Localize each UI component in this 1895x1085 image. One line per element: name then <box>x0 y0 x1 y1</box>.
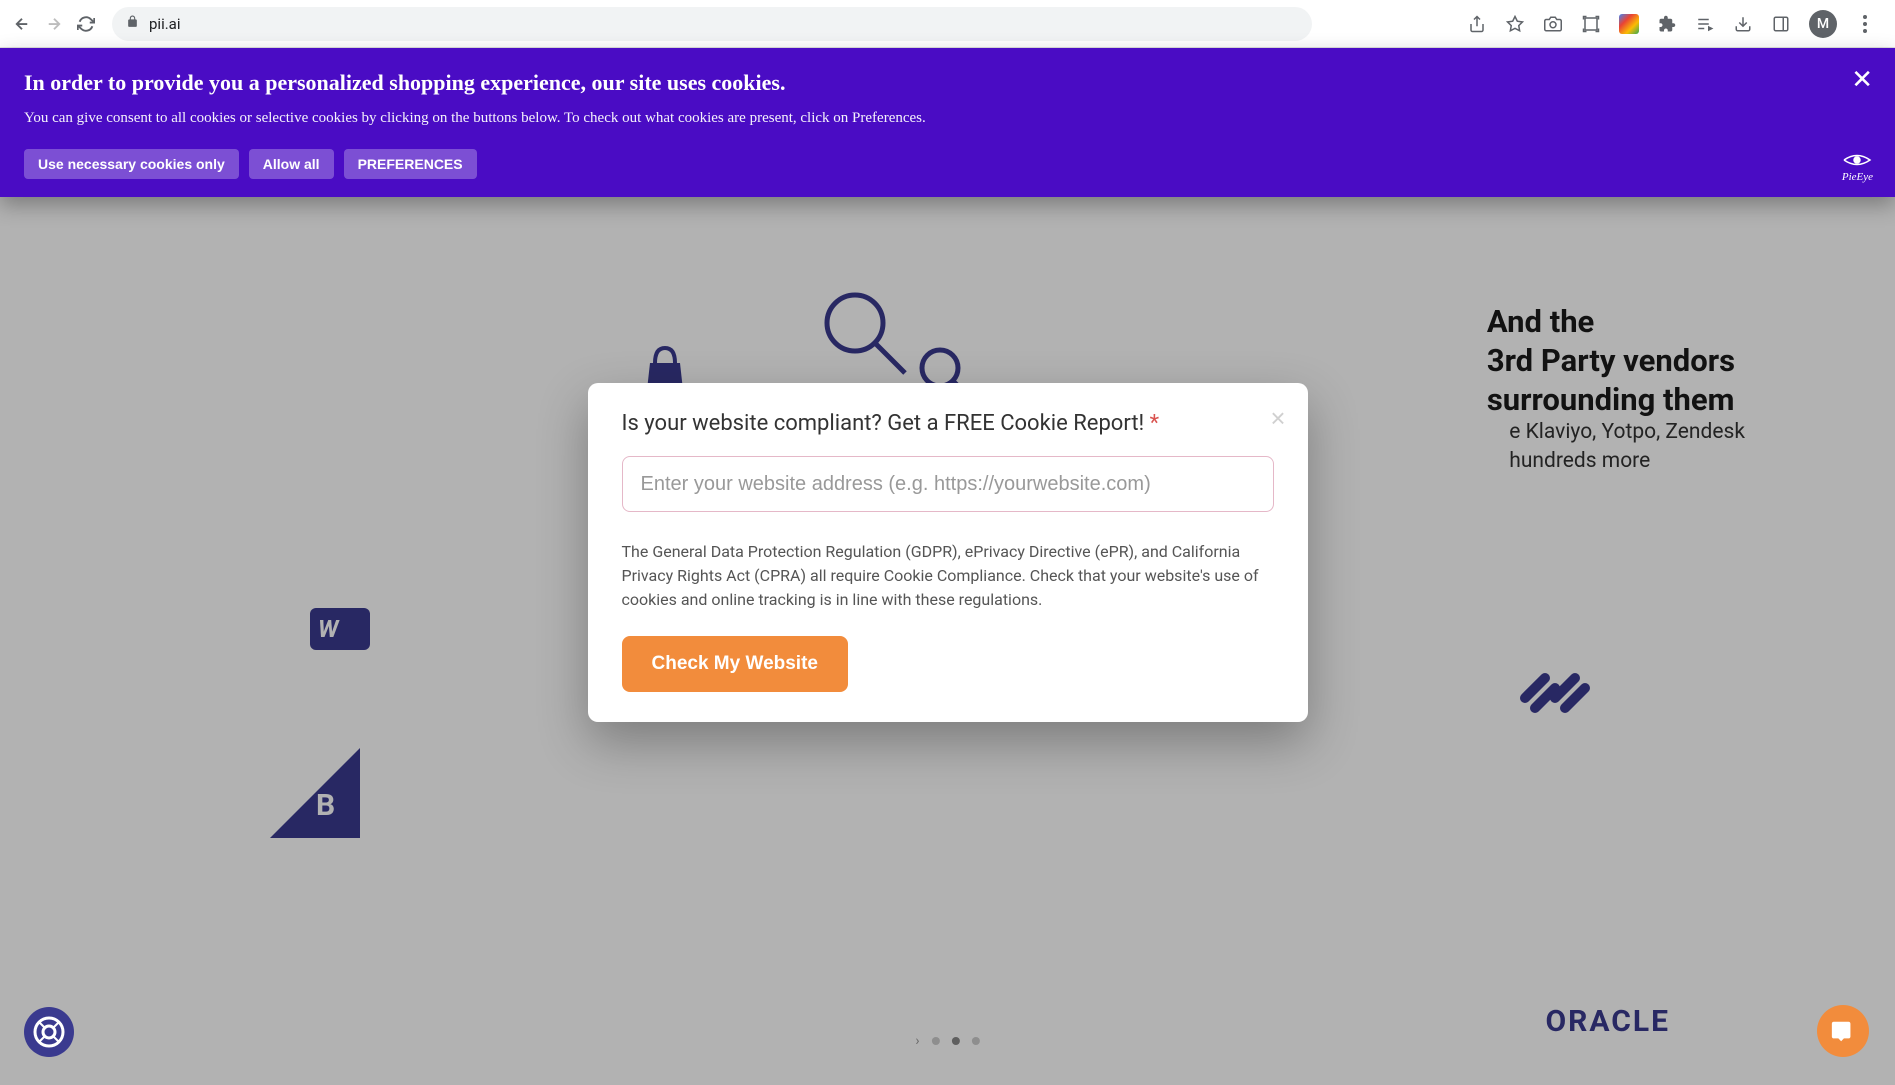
nav-buttons <box>12 14 96 34</box>
lifebuoy-icon <box>33 1016 65 1048</box>
chat-float-button[interactable] <box>1817 1005 1869 1057</box>
toolbar-icons: M <box>1467 10 1883 38</box>
modal-close-button[interactable]: × <box>1270 403 1285 434</box>
modal-title: Is your website compliant? Get a FREE Co… <box>622 411 1274 436</box>
modal-title-text: Is your website compliant? Get a FREE Co… <box>622 411 1150 436</box>
check-website-button[interactable]: Check My Website <box>622 636 848 692</box>
chat-icon <box>1830 1018 1856 1044</box>
cookie-banner-title: In order to provide you a personalized s… <box>24 70 1871 96</box>
pieeye-logo: PieEye <box>1842 149 1873 183</box>
cookie-banner-text: You can give consent to all cookies or s… <box>24 110 1871 127</box>
extension-icon-1[interactable] <box>1619 14 1639 34</box>
camera-icon[interactable] <box>1543 14 1563 34</box>
url-text: pii.ai <box>149 15 180 33</box>
bookmark-icon[interactable] <box>1505 14 1525 34</box>
cookie-report-modal: × Is your website compliant? Get a FREE … <box>588 383 1308 722</box>
preferences-button[interactable]: PREFERENCES <box>344 149 477 179</box>
address-bar[interactable]: pii.ai <box>112 7 1312 41</box>
lock-icon <box>126 15 139 32</box>
share-icon[interactable] <box>1467 14 1487 34</box>
playlist-icon[interactable] <box>1695 14 1715 34</box>
extensions-icon[interactable] <box>1657 14 1677 34</box>
menu-icon[interactable] <box>1855 14 1875 34</box>
website-address-input[interactable] <box>622 456 1274 512</box>
frame-icon[interactable] <box>1581 14 1601 34</box>
required-asterisk: * <box>1150 411 1159 436</box>
download-icon[interactable] <box>1733 14 1753 34</box>
page-content: And the 3rd Party vendors surrounding th… <box>0 48 1895 1085</box>
back-button[interactable] <box>12 14 32 34</box>
profile-avatar[interactable]: M <box>1809 10 1837 38</box>
modal-description: The General Data Protection Regulation (… <box>622 540 1274 612</box>
reload-button[interactable] <box>76 14 96 34</box>
help-float-button[interactable] <box>24 1007 74 1057</box>
cookie-banner-close-button[interactable]: ✕ <box>1851 64 1873 95</box>
panel-icon[interactable] <box>1771 14 1791 34</box>
pieeye-text: PieEye <box>1842 171 1873 183</box>
necessary-cookies-button[interactable]: Use necessary cookies only <box>24 149 239 179</box>
cookie-consent-banner: ✕ In order to provide you a personalized… <box>0 48 1895 197</box>
browser-chrome: pii.ai M <box>0 0 1895 48</box>
cookie-banner-buttons: Use necessary cookies only Allow all PRE… <box>24 149 1871 179</box>
forward-button[interactable] <box>44 14 64 34</box>
allow-all-button[interactable]: Allow all <box>249 149 334 179</box>
